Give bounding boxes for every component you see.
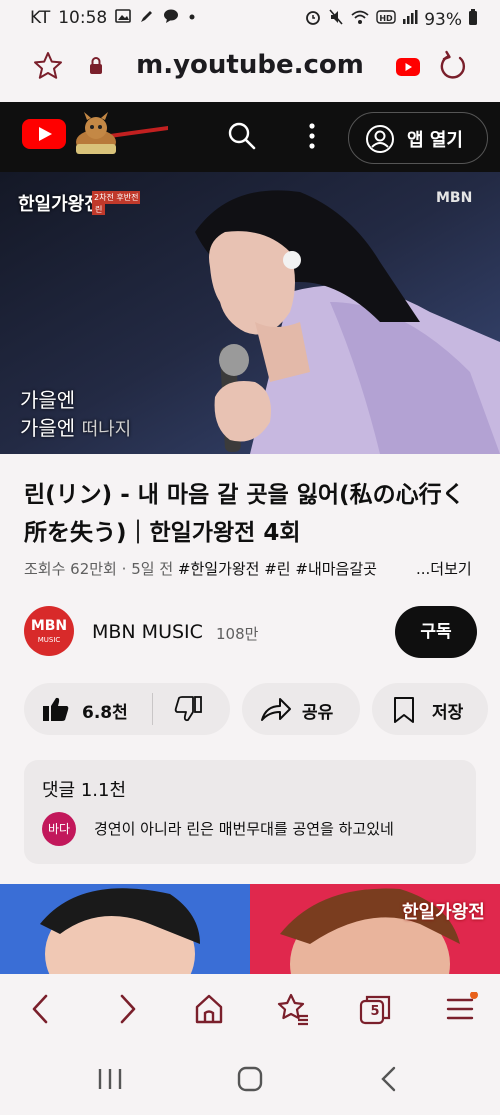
comments-label: 댓글 [42, 780, 76, 801]
avatar-text-2: MUSIC [37, 636, 61, 644]
lyric-caption-1: 가을엔 [20, 388, 76, 412]
dot-icon [187, 8, 197, 28]
more-link[interactable]: ...더보기 [412, 558, 472, 579]
chat-icon [163, 8, 179, 28]
pen-icon [139, 8, 155, 28]
wifi-icon [350, 8, 370, 31]
open-app-label: 앱 열기 [407, 130, 463, 151]
more-vert-icon[interactable] [300, 120, 324, 156]
nav-back-icon[interactable] [378, 1066, 400, 1096]
singer-badge: 린 [92, 204, 106, 215]
system-nav-bar [0, 1044, 500, 1115]
alarm-icon [304, 8, 322, 31]
url-text[interactable]: m.youtube.com [120, 50, 380, 80]
like-dislike-bar: 6.8천 [24, 683, 230, 735]
home-icon[interactable] [193, 992, 225, 1030]
doodle-icon[interactable] [70, 110, 170, 164]
hd-icon: HD [376, 9, 396, 30]
menu-icon[interactable] [444, 991, 478, 1030]
like-icon[interactable] [42, 696, 70, 727]
youtube-header: 앱 열기 [0, 102, 500, 172]
dislike-icon[interactable] [174, 696, 202, 727]
next-video-logo: 한일가왕전 [402, 902, 485, 923]
lock-icon[interactable] [88, 56, 104, 80]
youtube-logo[interactable] [22, 119, 66, 153]
save-button[interactable]: 저장 [372, 683, 488, 735]
bookmarks-icon[interactable] [276, 992, 310, 1030]
search-icon[interactable] [226, 120, 258, 156]
upload-age: 5일 전 [131, 560, 174, 578]
subscribe-button[interactable]: 구독 [395, 606, 477, 658]
channel-avatar[interactable]: MBN MUSIC [24, 606, 74, 656]
share-label: 공유 [302, 703, 334, 723]
channel-name[interactable]: MBN MUSIC [92, 621, 203, 643]
lyric-caption-2b: 떠나지 [81, 419, 132, 440]
gallery-icon [115, 9, 132, 27]
battery-level: 93% [424, 9, 462, 30]
share-button[interactable]: 공유 [242, 683, 360, 735]
lyric-caption-2: 가을엔 떠나지 [20, 412, 131, 441]
top-comment-text: 경연이 아니라 린은 매번무대를 공연을 하고있네 [94, 820, 394, 838]
episode-badge: 2차전 후반전 [92, 191, 141, 204]
open-app-button[interactable]: 앱 열기 [348, 112, 488, 164]
forward-icon[interactable] [114, 992, 140, 1030]
back-icon[interactable] [28, 992, 54, 1030]
svg-text:HD: HD [380, 14, 394, 23]
youtube-icon[interactable] [396, 58, 420, 80]
video-player[interactable]: 한일가왕전 2차전 후반전 린 MBN 가을엔 가을엔 떠나지 [0, 172, 500, 454]
tab-count: 5 [370, 1004, 380, 1019]
like-count[interactable]: 6.8천 [82, 698, 128, 723]
star-icon[interactable] [32, 50, 64, 86]
carrier: KT [30, 8, 51, 28]
browser-url-bar: m.youtube.com [0, 36, 500, 102]
avatar-text-1: MBN [30, 618, 68, 634]
program-logo: 한일가왕전 [18, 194, 101, 215]
channel-watermark: MBN [436, 190, 473, 206]
reload-icon[interactable] [438, 50, 468, 86]
comments-panel[interactable]: 댓글 1.1천 바다 경연이 아니라 린은 매번무대를 공연을 하고있네 [24, 760, 476, 864]
meta-separator: · [121, 560, 127, 578]
video-title[interactable]: 린(リン) - 내 마음 갈 곳을 잃어(私の心行く所を失う)｜한일가왕전 4회 [24, 476, 484, 552]
lyric-caption-2a: 가을엔 [20, 416, 76, 440]
signal-icon [402, 9, 418, 30]
save-label: 저장 [432, 703, 464, 723]
comments-count: 1.1천 [80, 780, 127, 801]
like-divider [152, 693, 153, 725]
view-count: 조회수 62만회 [24, 560, 117, 578]
next-video-thumbnail[interactable]: 한일가왕전 [0, 884, 500, 974]
hashtags[interactable]: #한일가왕전 #린 #내마음갈곳 [178, 560, 377, 578]
status-bar: KT 10:58 HD 93% [0, 0, 500, 36]
battery-icon [468, 8, 478, 31]
browser-bottom-bar: 5 [0, 974, 500, 1044]
subscriber-count: 108만 [216, 625, 259, 643]
comments-header: 댓글 1.1천 [42, 776, 126, 802]
clock: 10:58 [58, 8, 108, 28]
mute-icon [328, 8, 344, 31]
home-button-icon[interactable] [236, 1066, 264, 1096]
commenter-avatar: 바다 [42, 812, 76, 846]
recents-icon[interactable] [96, 1066, 124, 1096]
